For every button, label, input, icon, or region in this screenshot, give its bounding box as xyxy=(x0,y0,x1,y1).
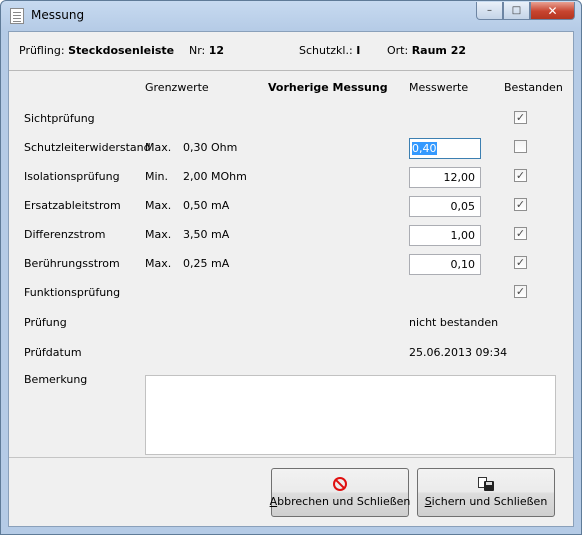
checkbox-sichtpruefung[interactable]: ✓ xyxy=(514,111,527,124)
pruefling-label: Prüfling: xyxy=(19,44,65,57)
pruefling-value: Steckdosenleiste xyxy=(68,44,175,57)
pruefdatum-value: 25.06.2013 09:34 xyxy=(409,346,508,359)
limit-prefix: Max. xyxy=(145,257,172,270)
bemerkung-textarea[interactable] xyxy=(145,375,556,455)
row-label-ersatzableitstrom: Ersatzableitstrom xyxy=(24,199,121,212)
column-bestanden: Bestanden xyxy=(504,81,563,94)
dialog-window: Messung – □ ✕ Prüfling: Steckdosenleiste… xyxy=(0,0,582,535)
limit-prefix: Min. xyxy=(145,170,169,183)
limit-prefix: Max. xyxy=(145,141,172,154)
nr-info: Nr: 12 xyxy=(189,44,224,57)
row-label-sichtpruefung: Sichtprüfung xyxy=(24,112,95,125)
minimize-button[interactable]: – xyxy=(476,2,503,20)
input-beruehrungsstrom[interactable]: 0,10 xyxy=(409,254,481,275)
column-vorherige-messung: Vorherige Messung xyxy=(268,81,388,94)
checkbox-isolationspruefung[interactable]: ✓ xyxy=(514,169,527,182)
bemerkung-label: Bemerkung xyxy=(24,373,88,386)
row-label-schutzleiterwiderstand: Schutzleiterwiderstand xyxy=(24,141,151,154)
limit-beruehrungsstrom: Max. 0,25 mA xyxy=(145,257,229,270)
row-label-funktionspruefung: Funktionsprüfung xyxy=(24,286,121,299)
button-bar: Abbrechen und Schließen Sichern und Schl… xyxy=(9,458,573,526)
input-schutzleiterwiderstand[interactable]: 0,40 xyxy=(409,138,481,159)
limit-prefix: Max. xyxy=(145,228,172,241)
limit-ersatzableitstrom: Max. 0,50 mA xyxy=(145,199,229,212)
limit-differenzstrom: Max. 3,50 mA xyxy=(145,228,229,241)
close-button[interactable]: ✕ xyxy=(530,2,575,20)
limit-isolationspruefung: Min. 2,00 MOhm xyxy=(145,170,247,183)
save-icon xyxy=(478,477,494,491)
checkbox-ersatzableitstrom[interactable]: ✓ xyxy=(514,198,527,211)
column-grenzwerte: Grenzwerte xyxy=(145,81,209,94)
selected-text: 0,40 xyxy=(412,142,437,155)
save-button-label: Sichern und Schließen xyxy=(424,495,548,508)
cancel-and-close-button[interactable]: Abbrechen und Schließen xyxy=(269,468,411,517)
maximize-button[interactable]: □ xyxy=(503,2,530,20)
measurement-panel: Grenzwerte Vorherige Messung Messwerte B… xyxy=(9,71,573,457)
title-bar[interactable]: Messung – □ ✕ xyxy=(1,1,581,31)
row-label-differenzstrom: Differenzstrom xyxy=(24,228,106,241)
limit-value: 2,00 MOhm xyxy=(183,170,247,183)
pruefling-info: Prüfling: Steckdosenleiste xyxy=(19,44,174,57)
save-and-close-button[interactable]: Sichern und Schließen xyxy=(417,468,555,517)
pruefung-result: nicht bestanden xyxy=(409,316,499,329)
schutzklasse-value: I xyxy=(356,44,361,57)
nr-value: 12 xyxy=(208,44,225,57)
input-differenzstrom[interactable]: 1,00 xyxy=(409,225,481,246)
input-ersatzableitstrom[interactable]: 0,05 xyxy=(409,196,481,217)
app-document-icon xyxy=(10,8,24,24)
row-label-isolationspruefung: Isolationsprüfung xyxy=(24,170,120,183)
limit-value: 3,50 mA xyxy=(183,228,230,241)
limit-value: 0,30 Ohm xyxy=(183,141,238,154)
pruefung-label: Prüfung xyxy=(24,316,67,329)
limit-value: 0,25 mA xyxy=(183,257,230,270)
checkbox-differenzstrom[interactable]: ✓ xyxy=(514,227,527,240)
ort-info: Ort: Raum 22 xyxy=(387,44,466,57)
schutzklasse-info: Schutzkl.: I xyxy=(299,44,360,57)
ort-value: Raum 22 xyxy=(411,44,467,57)
cancel-button-label: Abbrechen und Schließen xyxy=(269,495,411,508)
pruefdatum-label: Prüfdatum xyxy=(24,346,82,359)
limit-prefix: Max. xyxy=(145,199,172,212)
limit-schutzleiterwiderstand: Max. 0,30 Ohm xyxy=(145,141,237,154)
dialog-client: Prüfling: Steckdosenleiste Nr: 12 Schutz… xyxy=(8,31,574,527)
stop-icon xyxy=(333,477,347,491)
ort-label: Ort: xyxy=(387,44,409,57)
header-info: Prüfling: Steckdosenleiste Nr: 12 Schutz… xyxy=(9,32,573,70)
checkbox-funktionspruefung[interactable]: ✓ xyxy=(514,285,527,298)
checkbox-schutzleiterwiderstand[interactable] xyxy=(514,140,527,153)
schutzklasse-label: Schutzkl.: xyxy=(299,44,353,57)
input-isolationspruefung[interactable]: 12,00 xyxy=(409,167,481,188)
row-label-beruehrungsstrom: Berührungsstrom xyxy=(24,257,120,270)
window-title: Messung xyxy=(31,8,85,22)
checkbox-beruehrungsstrom[interactable]: ✓ xyxy=(514,256,527,269)
limit-value: 0,50 mA xyxy=(183,199,230,212)
column-messwerte: Messwerte xyxy=(409,81,469,94)
nr-label: Nr: xyxy=(189,44,206,57)
